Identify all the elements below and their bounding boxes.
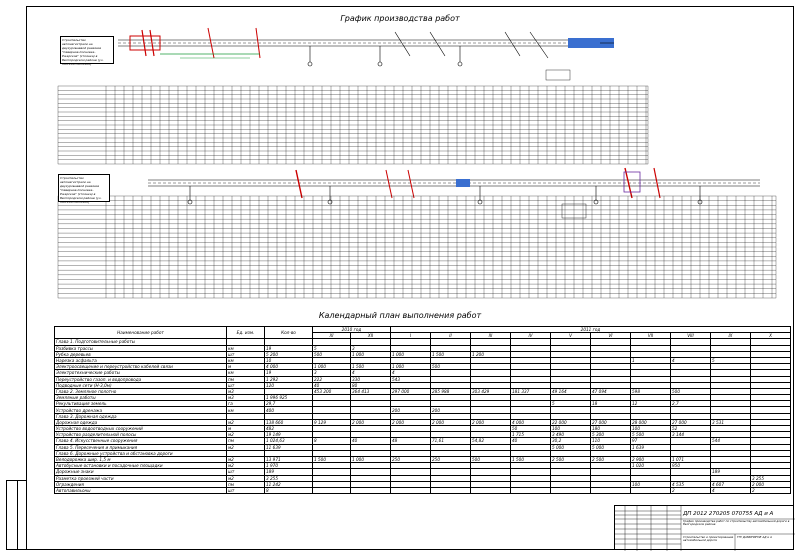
cell-value [550,486,591,495]
table-row: Автопавильоны шт 8 2 4 2 [54,486,791,495]
header-qty: Кол-во [264,325,313,340]
cell-value: 2 [750,486,791,495]
cell-unit: шт [226,486,265,495]
drawing-sheet: График производства работ Календарный пл… [0,0,800,556]
cell-value [590,486,631,495]
cell-name: Автопавильоны [54,486,227,495]
note-top: Строительство автомагистрали на двухуров… [60,36,114,66]
cell-value [470,486,511,495]
road-middle [148,167,760,219]
cell-value [510,486,551,495]
cell-value: 4 [710,486,751,495]
road-top [118,27,614,81]
header-unit: Ед. изм. [226,325,265,340]
title-block: ДП 2012 270205 070755 АД и А График прои… [614,505,795,551]
cell-value [350,486,391,495]
cell-value [312,486,351,495]
note-middle: Строительство автомагистрали на двухуров… [58,174,110,204]
title-block-grid [615,506,795,551]
cell-value [390,486,431,495]
cell-value: 2 [670,486,711,495]
cell-value [430,486,471,495]
header-name: Наименование работ [54,325,227,340]
schedule-grid-upper [57,85,649,165]
schedule-grid-lower [57,195,777,299]
cell-qty: 8 [264,486,313,495]
cell-value [630,486,671,495]
calendar-table: Наименование работ Ед. изм. Кол-во 2010 год… [54,325,791,495]
